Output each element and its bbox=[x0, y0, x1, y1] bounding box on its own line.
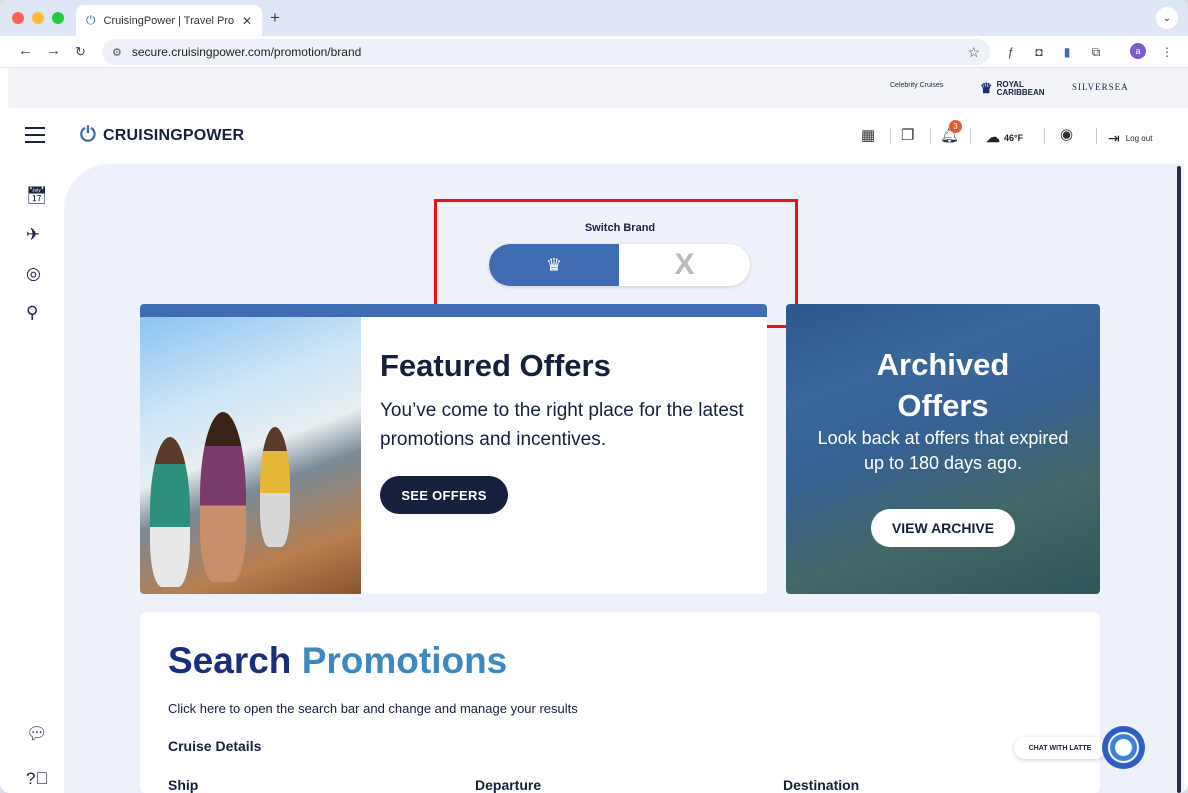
person-figure bbox=[260, 427, 290, 547]
calendar-add-icon[interactable]: 📅︎ bbox=[26, 186, 48, 206]
silversea-logo[interactable]: SILVERSEA bbox=[1072, 82, 1129, 92]
maximize-window-button[interactable] bbox=[52, 12, 64, 24]
search-promotions-title: Search Promotions bbox=[168, 640, 508, 681]
featured-offers-title: Featured Offers bbox=[380, 348, 611, 383]
royal-caribbean-logo[interactable]: ♛ ROYAL CARIBBEAN bbox=[980, 80, 1049, 97]
featured-offers-card: Featured Offers You’ve come to the right… bbox=[140, 304, 767, 594]
hamburger-menu-icon[interactable] bbox=[25, 127, 45, 148]
camera-icon[interactable]: ◘ bbox=[1030, 43, 1048, 61]
divider bbox=[930, 128, 931, 144]
chat-assistant-icon[interactable] bbox=[1102, 726, 1145, 769]
extension-f-icon[interactable]: ƒ bbox=[1002, 43, 1020, 61]
airplane-icon[interactable]: ✈ bbox=[26, 225, 40, 245]
site-settings-icon[interactable]: ⚙ bbox=[112, 46, 122, 59]
cruisingpower-logo[interactable]: ⏻ CRUISINGPOWER bbox=[80, 124, 244, 147]
left-nav-rail: 📅︎ ✈ ◎ ⚲ 💬︎ ?⃝ bbox=[8, 164, 64, 793]
power-logo-icon: ⏻ bbox=[80, 124, 97, 146]
new-tab-button[interactable]: + bbox=[270, 8, 280, 28]
bookmark-star-icon[interactable]: ☆ bbox=[967, 44, 980, 61]
forward-arrow-icon[interactable]: → bbox=[46, 42, 61, 59]
featured-offers-image bbox=[140, 317, 361, 594]
app-header: ⏻ CRUISINGPOWER ▦ ❐ 🔔︎ 3 ☁ 46°F ◉ ⇥ Log … bbox=[8, 108, 1188, 164]
departure-label: Departure bbox=[475, 777, 542, 793]
extension-doc-icon[interactable]: ▮ bbox=[1058, 43, 1076, 61]
browser-toolbar: ← → ↻ ⚙ secure.cruisingpower.com/promoti… bbox=[0, 36, 1188, 68]
card-accent-bar bbox=[140, 304, 767, 317]
search-promotions-panel[interactable]: Search Promotions Click here to open the… bbox=[140, 612, 1100, 793]
archived-offers-description: Look back at offers that expired up to 1… bbox=[817, 428, 1069, 473]
address-bar[interactable]: ⚙ secure.cruisingpower.com/promotion/bra… bbox=[102, 39, 990, 65]
logout-button[interactable]: ⇥ Log out bbox=[1108, 130, 1152, 147]
crown-anchor-icon: ♛ bbox=[980, 80, 993, 96]
apps-grid-icon[interactable]: ▦ bbox=[861, 126, 875, 144]
close-window-button[interactable] bbox=[12, 12, 24, 24]
cruise-details-heading: Cruise Details bbox=[168, 738, 262, 754]
scrollbar[interactable] bbox=[1177, 166, 1181, 793]
tab-strip: ⏻ CruisingPower | Travel Profes ✕ + ⌄ bbox=[0, 0, 1188, 36]
help-icon[interactable]: ?⃝ bbox=[26, 769, 48, 789]
chat-with-latte-label[interactable]: CHAT WITH LATTE bbox=[1014, 737, 1106, 759]
see-offers-button[interactable]: SEE OFFERS bbox=[380, 476, 508, 514]
brand-strip: Celebrity Cruises ♛ ROYAL CARIBBEAN SILV… bbox=[8, 68, 1188, 108]
browser-window: ⏻ CruisingPower | Travel Profes ✕ + ⌄ ← … bbox=[0, 0, 1188, 793]
cloud-icon: ☁ bbox=[986, 129, 1000, 145]
divider bbox=[1096, 128, 1097, 144]
archived-offers-card: Archived Offers Look back at offers that… bbox=[786, 304, 1100, 594]
globe-icon[interactable]: ◎ bbox=[26, 264, 41, 284]
extensions-puzzle-icon[interactable]: ⧉ bbox=[1087, 43, 1105, 61]
messages-icon[interactable]: ❐ bbox=[901, 126, 914, 144]
view-archive-button[interactable]: VIEW ARCHIVE bbox=[871, 509, 1015, 547]
tab-search-chevron-icon[interactable]: ⌄ bbox=[1156, 7, 1178, 29]
search-instructions[interactable]: Click here to open the search bar and ch… bbox=[168, 701, 578, 716]
window-controls bbox=[12, 12, 64, 24]
back-arrow-icon[interactable]: ← bbox=[18, 42, 33, 59]
close-tab-icon[interactable]: ✕ bbox=[242, 14, 252, 28]
favicon-icon: ⏻ bbox=[86, 13, 96, 27]
user-profile-icon[interactable]: ◉ bbox=[1060, 125, 1073, 143]
person-figure bbox=[150, 437, 190, 587]
archived-offers-title: Archived Offers bbox=[876, 347, 1010, 423]
destination-label: Destination bbox=[783, 777, 860, 793]
divider bbox=[890, 128, 891, 144]
celebrity-logo[interactable]: Celebrity Cruises bbox=[890, 82, 943, 89]
person-figure bbox=[200, 412, 246, 582]
divider bbox=[970, 128, 971, 144]
notification-badge: 3 bbox=[949, 120, 962, 133]
logout-arrow-icon: ⇥ bbox=[1108, 130, 1120, 146]
location-pin-icon[interactable]: ⚲ bbox=[26, 303, 38, 323]
weather-widget[interactable]: ☁ 46°F bbox=[986, 129, 1023, 146]
reload-icon[interactable]: ↻ bbox=[75, 44, 86, 60]
profile-avatar[interactable]: a bbox=[1130, 43, 1146, 59]
tab-title: CruisingPower | Travel Profes bbox=[103, 14, 234, 27]
browser-menu-icon[interactable]: ⋮ bbox=[1158, 43, 1176, 61]
url-text: secure.cruisingpower.com/promotion/brand bbox=[131, 45, 362, 59]
minimize-window-button[interactable] bbox=[32, 12, 44, 24]
divider bbox=[1044, 128, 1045, 144]
browser-tab[interactable]: ⏻ CruisingPower | Travel Profes ✕ bbox=[76, 5, 262, 36]
ship-label: Ship bbox=[168, 777, 199, 793]
featured-offers-description: You’ve come to the right place for the l… bbox=[380, 400, 744, 450]
chat-bubble-icon[interactable]: 💬︎ bbox=[26, 724, 48, 744]
